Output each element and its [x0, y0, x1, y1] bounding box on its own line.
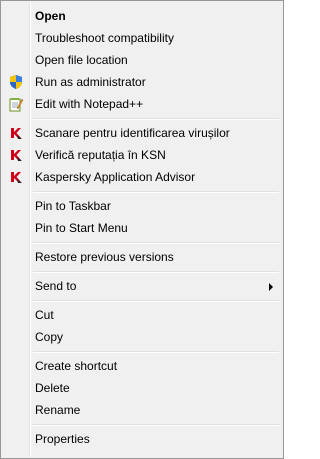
kaspersky-k-icon [11, 172, 22, 183]
menu-separator [3, 421, 281, 428]
menu-item-label: Delete [35, 381, 70, 395]
menu-item-run-as-administrator[interactable]: Run as administrator [3, 71, 281, 93]
menu-item-label: Run as administrator [35, 75, 146, 89]
menu-item-label: Copy [35, 330, 64, 344]
menu-item-label: Open file location [35, 53, 128, 67]
menu-item-troubleshoot-compatibility[interactable]: Troubleshoot compatibility [3, 27, 281, 49]
menu-item-delete[interactable]: Delete [3, 377, 281, 399]
menu-separator [3, 348, 281, 355]
menu-items: Open Troubleshoot compatibility Open fil… [3, 5, 281, 450]
menu-item-kaspersky-advisor[interactable]: Kaspersky Application Advisor [3, 166, 281, 188]
menu-item-label: Pin to Taskbar [35, 199, 111, 213]
kaspersky-k-icon [11, 128, 22, 139]
menu-item-kaspersky-reputation[interactable]: Verifică reputația în KSN [3, 144, 281, 166]
menu-separator [3, 115, 281, 122]
menu-item-label: Cut [35, 308, 54, 322]
context-menu: Open Troubleshoot compatibility Open fil… [0, 0, 284, 459]
menu-item-cut[interactable]: Cut [3, 304, 281, 326]
menu-item-create-shortcut[interactable]: Create shortcut [3, 355, 281, 377]
uac-shield-icon [10, 75, 22, 89]
menu-item-pin-to-start-menu[interactable]: Pin to Start Menu [3, 217, 281, 239]
menu-item-label: Send to [35, 279, 77, 293]
menu-item-label: Troubleshoot compatibility [35, 31, 174, 45]
menu-item-label: Kaspersky Application Advisor [35, 170, 196, 184]
menu-item-rename[interactable]: Rename [3, 399, 281, 421]
menu-item-pin-to-taskbar[interactable]: Pin to Taskbar [3, 195, 281, 217]
menu-item-open-file-location[interactable]: Open file location [3, 49, 281, 71]
menu-item-label: Open [35, 9, 66, 23]
menu-item-label: Edit with Notepad++ [35, 97, 144, 111]
menu-item-properties[interactable]: Properties [3, 428, 281, 450]
menu-item-label: Scanare pentru identificarea virușilor [35, 126, 230, 140]
menu-item-label: Verifică reputația în KSN [35, 148, 166, 162]
menu-separator [3, 239, 281, 246]
menu-separator [3, 297, 281, 304]
menu-separator [3, 268, 281, 275]
menu-item-open[interactable]: Open [3, 5, 281, 27]
menu-item-label: Properties [35, 432, 90, 446]
kaspersky-k-icon [11, 150, 22, 161]
menu-item-label: Pin to Start Menu [35, 221, 128, 235]
menu-separator [3, 188, 281, 195]
menu-item-copy[interactable]: Copy [3, 326, 281, 348]
submenu-arrow-icon [269, 283, 273, 291]
menu-item-restore-previous-versions[interactable]: Restore previous versions [3, 246, 281, 268]
notepad-plus-plus-icon [9, 98, 24, 112]
menu-item-send-to[interactable]: Send to [3, 275, 281, 297]
menu-item-label: Create shortcut [35, 359, 118, 373]
menu-item-kaspersky-scan[interactable]: Scanare pentru identificarea virușilor [3, 122, 281, 144]
menu-item-edit-with-notepad-plus-plus[interactable]: Edit with Notepad++ [3, 93, 281, 115]
menu-item-label: Rename [35, 403, 81, 417]
menu-item-label: Restore previous versions [35, 250, 174, 264]
